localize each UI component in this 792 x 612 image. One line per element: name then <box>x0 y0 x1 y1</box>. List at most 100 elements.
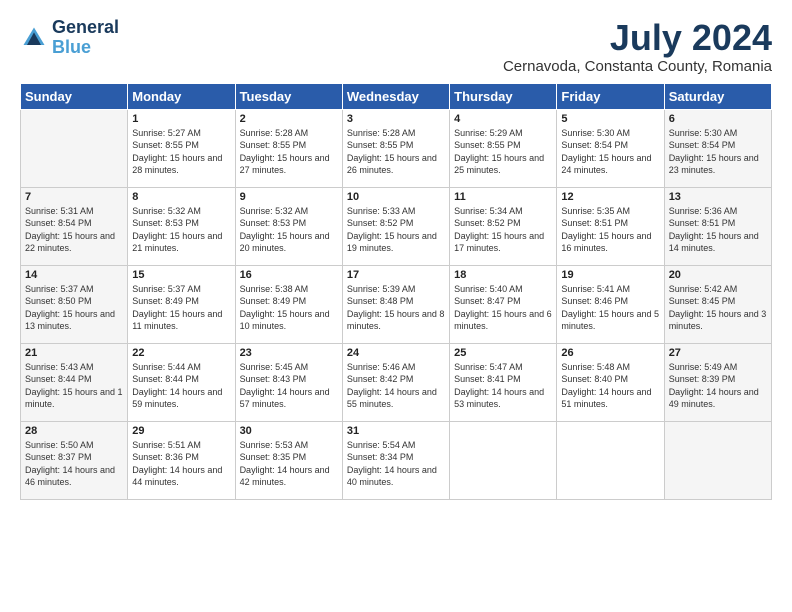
day-number: 26 <box>561 347 659 359</box>
week-row-2: 7 Sunrise: 5:31 AMSunset: 8:54 PMDayligh… <box>21 187 772 265</box>
cell-info: Sunrise: 5:31 AMSunset: 8:54 PMDaylight:… <box>25 205 123 255</box>
cell-info: Sunrise: 5:28 AMSunset: 8:55 PMDaylight:… <box>347 127 445 177</box>
cell-info: Sunrise: 5:47 AMSunset: 8:41 PMDaylight:… <box>454 361 552 411</box>
day-number: 7 <box>25 191 123 203</box>
cell-info: Sunrise: 5:30 AMSunset: 8:54 PMDaylight:… <box>669 127 767 177</box>
calendar-cell: 20 Sunrise: 5:42 AMSunset: 8:45 PMDaylig… <box>664 265 771 343</box>
title-block: July 2024 Cernavoda, Constanta County, R… <box>503 18 772 75</box>
day-number: 13 <box>669 191 767 203</box>
day-number: 5 <box>561 113 659 125</box>
calendar-cell: 7 Sunrise: 5:31 AMSunset: 8:54 PMDayligh… <box>21 187 128 265</box>
cell-info: Sunrise: 5:39 AMSunset: 8:48 PMDaylight:… <box>347 283 445 333</box>
day-number: 1 <box>132 113 230 125</box>
day-number: 19 <box>561 269 659 281</box>
calendar-cell: 4 Sunrise: 5:29 AMSunset: 8:55 PMDayligh… <box>450 109 557 187</box>
col-friday: Friday <box>557 83 664 109</box>
logo: General Blue <box>20 18 119 58</box>
day-number: 4 <box>454 113 552 125</box>
day-number: 23 <box>240 347 338 359</box>
cell-info: Sunrise: 5:30 AMSunset: 8:54 PMDaylight:… <box>561 127 659 177</box>
calendar-cell <box>450 421 557 499</box>
col-saturday: Saturday <box>664 83 771 109</box>
day-number: 18 <box>454 269 552 281</box>
cell-info: Sunrise: 5:37 AMSunset: 8:50 PMDaylight:… <box>25 283 123 333</box>
day-number: 15 <box>132 269 230 281</box>
cell-info: Sunrise: 5:53 AMSunset: 8:35 PMDaylight:… <box>240 439 338 489</box>
day-number: 17 <box>347 269 445 281</box>
day-number: 28 <box>25 425 123 437</box>
calendar-cell: 3 Sunrise: 5:28 AMSunset: 8:55 PMDayligh… <box>342 109 449 187</box>
cell-info: Sunrise: 5:37 AMSunset: 8:49 PMDaylight:… <box>132 283 230 333</box>
cell-info: Sunrise: 5:27 AMSunset: 8:55 PMDaylight:… <box>132 127 230 177</box>
cell-info: Sunrise: 5:51 AMSunset: 8:36 PMDaylight:… <box>132 439 230 489</box>
calendar-cell: 24 Sunrise: 5:46 AMSunset: 8:42 PMDaylig… <box>342 343 449 421</box>
calendar-cell <box>21 109 128 187</box>
logo-line2: Blue <box>52 38 119 58</box>
cell-info: Sunrise: 5:46 AMSunset: 8:42 PMDaylight:… <box>347 361 445 411</box>
cell-info: Sunrise: 5:29 AMSunset: 8:55 PMDaylight:… <box>454 127 552 177</box>
cell-info: Sunrise: 5:36 AMSunset: 8:51 PMDaylight:… <box>669 205 767 255</box>
day-number: 12 <box>561 191 659 203</box>
calendar-cell: 31 Sunrise: 5:54 AMSunset: 8:34 PMDaylig… <box>342 421 449 499</box>
col-monday: Monday <box>128 83 235 109</box>
day-number: 11 <box>454 191 552 203</box>
calendar-cell: 28 Sunrise: 5:50 AMSunset: 8:37 PMDaylig… <box>21 421 128 499</box>
cell-info: Sunrise: 5:42 AMSunset: 8:45 PMDaylight:… <box>669 283 767 333</box>
cell-info: Sunrise: 5:48 AMSunset: 8:40 PMDaylight:… <box>561 361 659 411</box>
day-number: 2 <box>240 113 338 125</box>
day-number: 30 <box>240 425 338 437</box>
calendar-cell: 8 Sunrise: 5:32 AMSunset: 8:53 PMDayligh… <box>128 187 235 265</box>
calendar-cell: 21 Sunrise: 5:43 AMSunset: 8:44 PMDaylig… <box>21 343 128 421</box>
calendar-cell: 22 Sunrise: 5:44 AMSunset: 8:44 PMDaylig… <box>128 343 235 421</box>
cell-info: Sunrise: 5:44 AMSunset: 8:44 PMDaylight:… <box>132 361 230 411</box>
cell-info: Sunrise: 5:28 AMSunset: 8:55 PMDaylight:… <box>240 127 338 177</box>
calendar-cell: 15 Sunrise: 5:37 AMSunset: 8:49 PMDaylig… <box>128 265 235 343</box>
day-number: 31 <box>347 425 445 437</box>
day-number: 8 <box>132 191 230 203</box>
logo-icon <box>20 24 48 52</box>
cell-info: Sunrise: 5:41 AMSunset: 8:46 PMDaylight:… <box>561 283 659 333</box>
calendar-cell: 2 Sunrise: 5:28 AMSunset: 8:55 PMDayligh… <box>235 109 342 187</box>
day-number: 9 <box>240 191 338 203</box>
cell-info: Sunrise: 5:34 AMSunset: 8:52 PMDaylight:… <box>454 205 552 255</box>
calendar-cell: 13 Sunrise: 5:36 AMSunset: 8:51 PMDaylig… <box>664 187 771 265</box>
day-number: 6 <box>669 113 767 125</box>
cell-info: Sunrise: 5:54 AMSunset: 8:34 PMDaylight:… <box>347 439 445 489</box>
calendar-cell: 23 Sunrise: 5:45 AMSunset: 8:43 PMDaylig… <box>235 343 342 421</box>
calendar-cell: 6 Sunrise: 5:30 AMSunset: 8:54 PMDayligh… <box>664 109 771 187</box>
day-number: 29 <box>132 425 230 437</box>
day-number: 3 <box>347 113 445 125</box>
logo-text: General Blue <box>52 18 119 58</box>
calendar-cell: 14 Sunrise: 5:37 AMSunset: 8:50 PMDaylig… <box>21 265 128 343</box>
day-number: 21 <box>25 347 123 359</box>
main-title: July 2024 <box>503 18 772 58</box>
cell-info: Sunrise: 5:38 AMSunset: 8:49 PMDaylight:… <box>240 283 338 333</box>
week-row-1: 1 Sunrise: 5:27 AMSunset: 8:55 PMDayligh… <box>21 109 772 187</box>
calendar-cell: 16 Sunrise: 5:38 AMSunset: 8:49 PMDaylig… <box>235 265 342 343</box>
cell-info: Sunrise: 5:43 AMSunset: 8:44 PMDaylight:… <box>25 361 123 411</box>
cell-info: Sunrise: 5:32 AMSunset: 8:53 PMDaylight:… <box>240 205 338 255</box>
subtitle: Cernavoda, Constanta County, Romania <box>503 58 772 75</box>
day-number: 16 <box>240 269 338 281</box>
calendar-cell: 29 Sunrise: 5:51 AMSunset: 8:36 PMDaylig… <box>128 421 235 499</box>
calendar-cell: 26 Sunrise: 5:48 AMSunset: 8:40 PMDaylig… <box>557 343 664 421</box>
cell-info: Sunrise: 5:50 AMSunset: 8:37 PMDaylight:… <box>25 439 123 489</box>
calendar-cell <box>557 421 664 499</box>
day-number: 14 <box>25 269 123 281</box>
calendar-cell: 5 Sunrise: 5:30 AMSunset: 8:54 PMDayligh… <box>557 109 664 187</box>
calendar-body: 1 Sunrise: 5:27 AMSunset: 8:55 PMDayligh… <box>21 109 772 499</box>
page: General Blue July 2024 Cernavoda, Consta… <box>0 0 792 510</box>
day-number: 20 <box>669 269 767 281</box>
calendar-cell: 19 Sunrise: 5:41 AMSunset: 8:46 PMDaylig… <box>557 265 664 343</box>
calendar-cell: 17 Sunrise: 5:39 AMSunset: 8:48 PMDaylig… <box>342 265 449 343</box>
col-thursday: Thursday <box>450 83 557 109</box>
calendar-cell: 1 Sunrise: 5:27 AMSunset: 8:55 PMDayligh… <box>128 109 235 187</box>
col-sunday: Sunday <box>21 83 128 109</box>
calendar-cell: 12 Sunrise: 5:35 AMSunset: 8:51 PMDaylig… <box>557 187 664 265</box>
cell-info: Sunrise: 5:32 AMSunset: 8:53 PMDaylight:… <box>132 205 230 255</box>
day-number: 24 <box>347 347 445 359</box>
calendar-cell: 25 Sunrise: 5:47 AMSunset: 8:41 PMDaylig… <box>450 343 557 421</box>
header-row: Sunday Monday Tuesday Wednesday Thursday… <box>21 83 772 109</box>
calendar-cell <box>664 421 771 499</box>
day-number: 22 <box>132 347 230 359</box>
